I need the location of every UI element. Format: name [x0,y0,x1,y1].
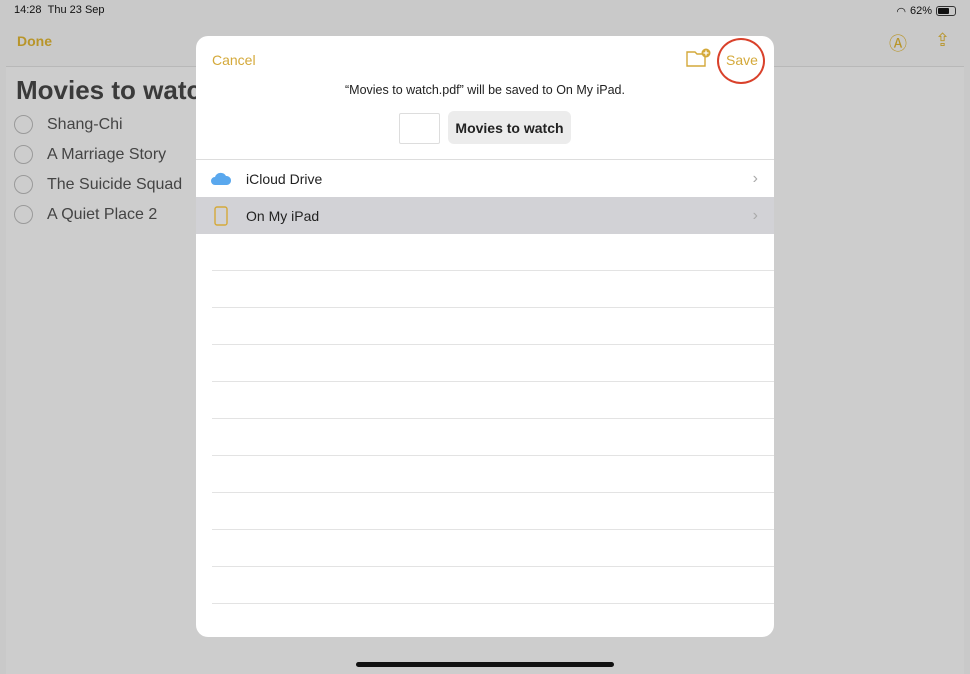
checklist-item[interactable]: The Suicide Squad [14,175,182,194]
checklist-item[interactable]: A Quiet Place 2 [14,205,157,224]
location-label: iCloud Drive [246,170,323,187]
empty-row [212,567,774,604]
chevron-right-icon: › [752,169,758,187]
location-icloud-drive[interactable]: iCloud Drive › [196,160,774,197]
status-bar: 14:28 Thu 23 Sep ◠ 62% [14,4,956,18]
empty-row [212,604,774,637]
save-message: “Movies to watch.pdf” will be saved to O… [345,83,625,97]
time: 14:28 [14,4,42,16]
date: Thu 23 Sep [47,4,105,16]
wifi-icon: ◠ [896,5,906,18]
battery-icon [936,6,956,16]
empty-row [212,419,774,456]
pdf-thumbnail [399,113,440,144]
empty-row [212,308,774,345]
cancel-button[interactable]: Cancel [212,52,256,68]
home-indicator[interactable] [356,662,614,667]
done-button[interactable]: Done [17,33,52,49]
location-label: On My iPad [246,207,320,224]
battery-percent: 62% [909,5,932,17]
filename-field[interactable]: Movies to watch [448,111,571,144]
empty-row [212,271,774,308]
checkbox-circle-icon[interactable] [14,145,33,164]
markup-pen-icon[interactable]: Ⓐ [889,30,907,56]
empty-row [212,493,774,530]
item-label: A Quiet Place 2 [47,205,158,223]
empty-row [212,530,774,567]
new-folder-icon[interactable] [686,48,712,73]
ipad-icon [210,205,232,227]
item-label: The Suicide Squad [47,175,183,193]
location-list: iCloud Drive › On My iPad › [196,159,774,637]
empty-row [212,456,774,493]
checklist-item[interactable]: A Marriage Story [14,145,166,164]
checklist-item[interactable]: Shang-Chi [14,115,123,134]
item-label: A Marriage Story [47,145,167,163]
chevron-right-icon: › [752,206,758,224]
checkbox-circle-icon[interactable] [14,205,33,224]
share-icon[interactable]: ⇪ [935,30,950,51]
empty-row [212,234,774,271]
icloud-icon [210,168,232,190]
empty-row [212,382,774,419]
location-on-my-ipad[interactable]: On My iPad › [196,197,774,234]
empty-row [212,345,774,382]
checkbox-circle-icon[interactable] [14,175,33,194]
item-label: Shang-Chi [47,115,123,133]
highlight-circle [717,38,765,84]
checkbox-circle-icon[interactable] [14,115,33,134]
note-title: Movies to watch [16,75,217,105]
save-to-files-sheet: Cancel Save “Movies to watch.pdf” will b… [196,36,774,637]
